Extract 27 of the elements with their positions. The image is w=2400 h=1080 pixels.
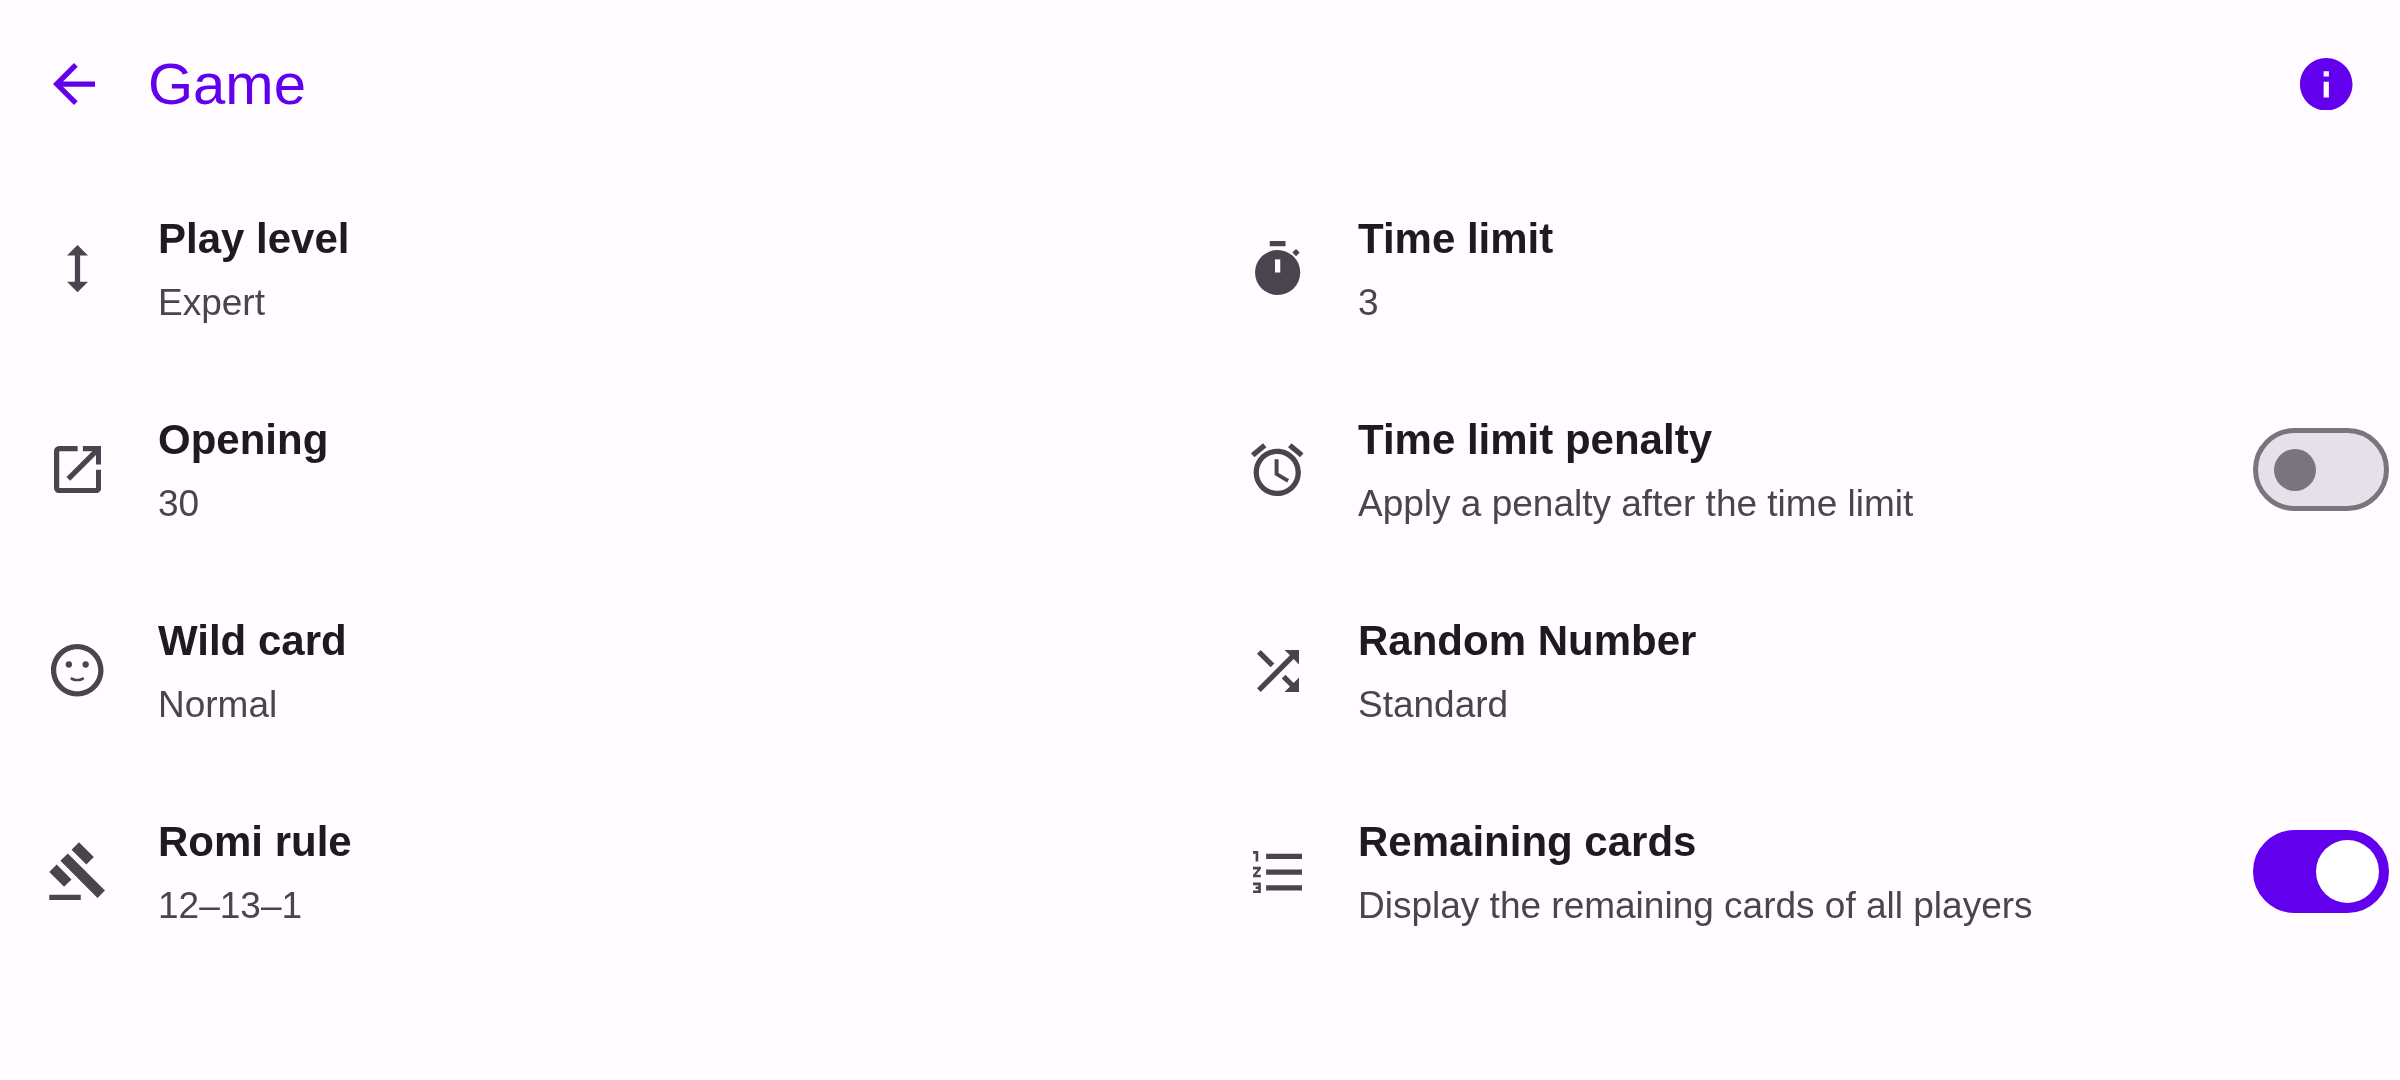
setting-title: Opening	[158, 414, 329, 465]
setting-value: Standard	[1358, 682, 1509, 727]
smiley-icon	[51, 644, 104, 697]
setting-title: Wild card	[158, 615, 347, 666]
setting-value: 3	[1358, 280, 1379, 325]
setting-title: Romi rule	[158, 816, 352, 867]
stopwatch-icon	[1253, 240, 1302, 297]
setting-title: Time limit penalty	[1358, 414, 1712, 465]
setting-value: 12–13–1	[158, 883, 303, 928]
setting-value: Normal	[158, 682, 278, 727]
setting-title: Time limit	[1358, 213, 1554, 264]
alarm-clock-icon	[1251, 443, 1304, 496]
setting-value: Apply a penalty after the time limit	[1358, 481, 1914, 526]
gavel-icon	[49, 842, 106, 901]
setting-title: Remaining cards	[1358, 816, 1697, 867]
setting-value: 30	[158, 481, 200, 526]
shuffle-icon	[1256, 649, 1299, 692]
numbered-list-icon	[1252, 850, 1303, 893]
setting-title: Play level	[158, 213, 350, 264]
setting-title: Random Number	[1358, 615, 1697, 666]
page-title: Game	[148, 50, 306, 118]
setting-value: Expert	[158, 280, 265, 325]
info-icon	[2300, 57, 2353, 111]
vertical-arrows-icon	[67, 244, 88, 293]
external-link-icon	[53, 445, 102, 494]
setting-value: Display the remaining cards of all players	[1358, 883, 2033, 928]
back-arrow-icon	[52, 63, 95, 105]
